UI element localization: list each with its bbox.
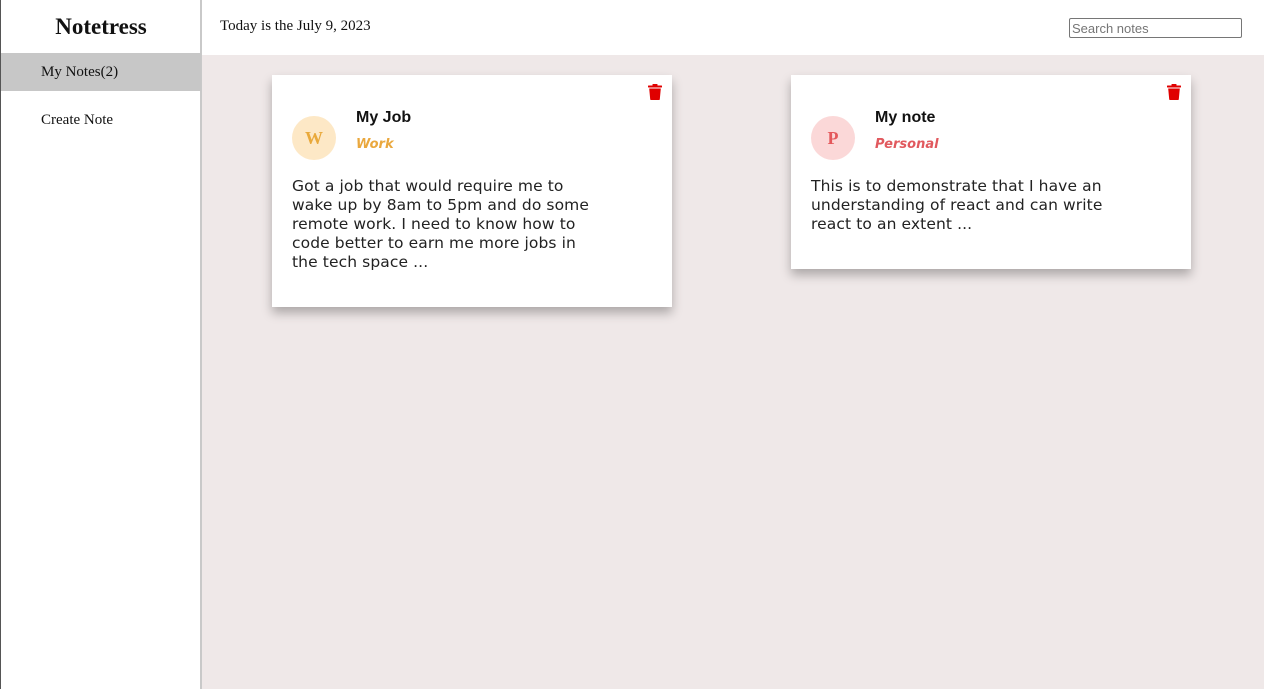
note-category: Personal (875, 137, 939, 152)
note-title: My Job (356, 109, 412, 126)
note-card[interactable]: P My note Personal This is to demonstrat… (791, 75, 1191, 269)
note-body: This is to demonstrate that I have an un… (811, 177, 1103, 233)
app-brand: Notetress (55, 14, 147, 39)
note-card[interactable]: W My Job Work Got a job that would requi… (272, 75, 672, 307)
sidebar-item-my-notes[interactable]: My Notes(2) (1, 53, 201, 91)
note-avatar: W (292, 116, 336, 160)
sidebar: Notetress My Notes(2) Create Note (0, 0, 202, 689)
top-bar: Today is the July 9, 2023 (202, 0, 1264, 55)
trash-icon[interactable] (648, 84, 662, 100)
app-window: Notetress My Notes(2) Create Note Today … (0, 0, 1264, 689)
note-title: My note (875, 109, 936, 126)
search-input[interactable] (1069, 18, 1242, 38)
today-date-text: Today is the July 9, 2023 (220, 18, 371, 34)
notes-area: W My Job Work Got a job that would requi… (202, 55, 1264, 689)
note-body: Got a job that would require me to wake … (292, 177, 590, 271)
trash-icon[interactable] (1167, 84, 1181, 100)
note-avatar: P (811, 116, 855, 160)
note-category: Work (356, 137, 394, 152)
sidebar-item-create-note[interactable]: Create Note (1, 101, 201, 139)
